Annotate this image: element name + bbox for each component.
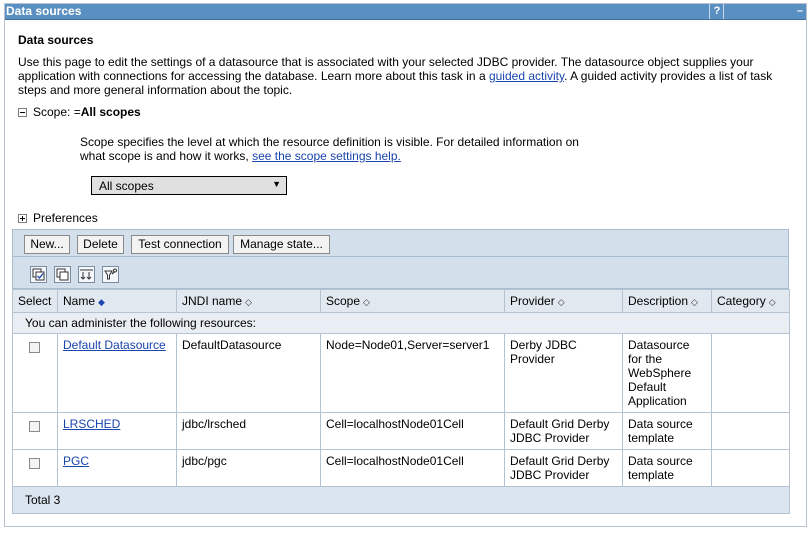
action-toolbar: New... Delete Test connection Manage sta… bbox=[12, 229, 789, 257]
sort-icon[interactable]: ◇ bbox=[558, 297, 565, 307]
name-cell: LRSCHED bbox=[57, 412, 177, 450]
row-checkbox[interactable] bbox=[29, 458, 40, 469]
row-checkbox[interactable] bbox=[29, 342, 40, 353]
scope-help-text: Scope specifies the level at which the r… bbox=[80, 135, 600, 163]
provider-cell: Derby JDBC Provider bbox=[504, 333, 623, 413]
total-count: Total 3 bbox=[12, 486, 790, 514]
deselect-all-icon[interactable] bbox=[54, 266, 71, 283]
scope-select[interactable]: All scopes ▼ bbox=[91, 176, 287, 195]
new-button[interactable]: New... bbox=[24, 235, 70, 254]
sort-icon[interactable]: ◆ bbox=[98, 297, 105, 307]
dropdown-arrow-icon: ▼ bbox=[272, 179, 281, 189]
page-title: Data sources bbox=[18, 33, 94, 47]
test-connection-button[interactable]: Test connection bbox=[131, 235, 229, 254]
show-filter-icon[interactable] bbox=[78, 266, 95, 283]
minimize-icon: – bbox=[796, 5, 803, 17]
table-row: LRSCHED jdbc/lrsched Cell=localhostNode0… bbox=[12, 412, 790, 450]
row-select-cell bbox=[12, 449, 58, 487]
column-header-category-label: Category bbox=[717, 294, 766, 308]
collapse-scope-icon[interactable] bbox=[18, 108, 27, 117]
jndi-cell: jdbc/lrsched bbox=[176, 412, 321, 450]
jndi-cell: DefaultDatasource bbox=[176, 333, 321, 413]
row-select-cell bbox=[12, 333, 58, 413]
sort-icon[interactable]: ◇ bbox=[363, 297, 370, 307]
sort-icon[interactable]: ◇ bbox=[769, 297, 776, 307]
column-header-category[interactable]: Category ◇ bbox=[711, 289, 790, 313]
window-title: Data sources bbox=[6, 4, 82, 18]
column-header-scope[interactable]: Scope ◇ bbox=[320, 289, 505, 313]
jndi-cell: jdbc/pgc bbox=[176, 449, 321, 487]
scope-cell: Cell=localhostNode01Cell bbox=[320, 412, 505, 450]
provider-cell: Default Grid Derby JDBC Provider bbox=[504, 449, 623, 487]
column-header-provider[interactable]: Provider ◇ bbox=[504, 289, 623, 313]
description-cell: Datasource for the WebSphere Default App… bbox=[622, 333, 712, 413]
column-header-provider-label: Provider bbox=[510, 294, 555, 308]
preferences-label[interactable]: Preferences bbox=[33, 211, 98, 225]
column-header-jndi-label: JNDI name bbox=[182, 294, 243, 308]
page-description: Use this page to edit the settings of a … bbox=[18, 55, 793, 97]
name-cell: Default Datasource bbox=[57, 333, 177, 413]
help-button[interactable]: ? bbox=[709, 4, 724, 19]
scope-settings-help-link[interactable]: see the scope settings help. bbox=[252, 149, 401, 163]
scope-cell: Cell=localhostNode01Cell bbox=[320, 449, 505, 487]
delete-button[interactable]: Delete bbox=[77, 235, 124, 254]
select-all-icon[interactable] bbox=[30, 266, 47, 283]
minimize-button[interactable]: – bbox=[723, 4, 807, 19]
guided-activity-link[interactable]: guided activity bbox=[489, 69, 564, 83]
category-cell bbox=[711, 449, 790, 487]
total-row: Total 3 bbox=[12, 486, 790, 514]
table-icon-toolbar bbox=[12, 257, 789, 289]
column-header-select: Select bbox=[12, 289, 58, 313]
description-cell: Data source template bbox=[622, 412, 712, 450]
info-row: You can administer the following resourc… bbox=[12, 312, 790, 334]
description-cell: Data source template bbox=[622, 449, 712, 487]
datasource-link[interactable]: PGC bbox=[63, 454, 89, 468]
sort-icon[interactable]: ◇ bbox=[691, 297, 698, 307]
row-checkbox[interactable] bbox=[29, 421, 40, 432]
column-header-description[interactable]: Description ◇ bbox=[622, 289, 712, 313]
data-sources-table: Select Name ◆ JNDI name ◇ Scope ◇ Provider ◇… bbox=[12, 289, 790, 514]
column-header-description-label: Description bbox=[628, 294, 689, 308]
table-header-row: Select Name ◆ JNDI name ◇ Scope ◇ Provider ◇… bbox=[12, 289, 790, 313]
column-header-name-label: Name bbox=[63, 294, 96, 308]
title-bar: Data sources ? – bbox=[5, 4, 806, 20]
column-header-scope-label: Scope bbox=[326, 294, 361, 308]
scope-label-value: All scopes bbox=[80, 105, 141, 119]
row-select-cell bbox=[12, 412, 58, 450]
clear-filter-icon[interactable] bbox=[102, 266, 119, 283]
column-header-name[interactable]: Name ◆ bbox=[57, 289, 177, 313]
category-cell bbox=[711, 412, 790, 450]
info-text: You can administer the following resourc… bbox=[12, 312, 790, 334]
scope-label-prefix: Scope: = bbox=[33, 105, 81, 119]
column-header-jndi[interactable]: JNDI name ◇ bbox=[176, 289, 321, 313]
sort-icon[interactable]: ◇ bbox=[245, 297, 252, 307]
expand-preferences-icon[interactable] bbox=[18, 214, 27, 223]
category-cell bbox=[711, 333, 790, 413]
manage-state-button[interactable]: Manage state... bbox=[233, 235, 330, 254]
datasource-link[interactable]: LRSCHED bbox=[63, 417, 120, 431]
provider-cell: Default Grid Derby JDBC Provider bbox=[504, 412, 623, 450]
scope-select-value: All scopes bbox=[99, 179, 154, 193]
name-cell: PGC bbox=[57, 449, 177, 487]
scope-cell: Node=Node01,Server=server1 bbox=[320, 333, 505, 413]
table-row: Default Datasource DefaultDatasource Nod… bbox=[12, 333, 790, 413]
table-row: PGC jdbc/pgc Cell=localhostNode01Cell De… bbox=[12, 449, 790, 487]
scope-label: Scope: =All scopes bbox=[33, 105, 141, 119]
datasource-link[interactable]: Default Datasource bbox=[63, 338, 166, 352]
